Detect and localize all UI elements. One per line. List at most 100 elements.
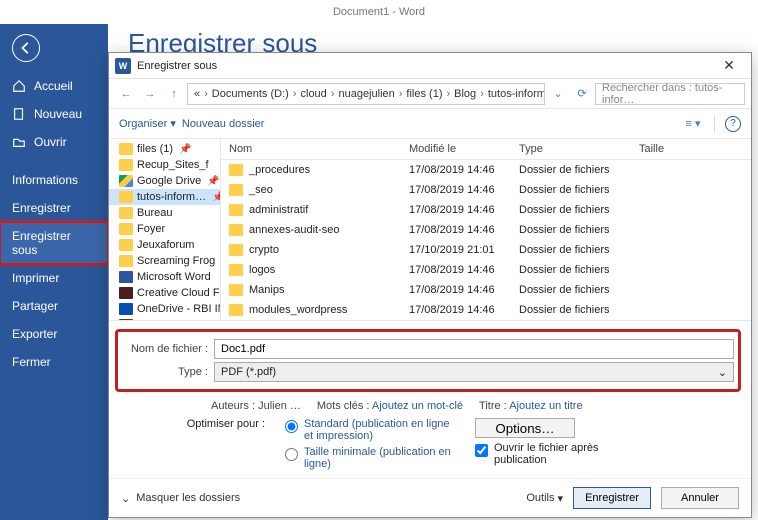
folder-icon xyxy=(119,175,133,187)
filename-input[interactable] xyxy=(214,339,734,359)
col-size[interactable]: Taille xyxy=(631,139,691,159)
backstage-item-fermer[interactable]: Fermer xyxy=(0,348,108,376)
folder-icon xyxy=(119,303,133,315)
tags-input[interactable]: Ajoutez un mot-clé xyxy=(372,400,463,412)
organize-menu[interactable]: Organiser ▾ xyxy=(119,117,176,130)
folder-icon xyxy=(229,244,243,256)
tree-item[interactable]: Creative Cloud Fil xyxy=(109,285,220,301)
backstage-item-imprimer[interactable]: Imprimer xyxy=(0,264,108,292)
filename-label: Nom de fichier : xyxy=(122,343,214,355)
folder-icon xyxy=(119,207,133,219)
nav-forward-button[interactable]: → xyxy=(139,83,161,105)
save-button[interactable]: Enregistrer xyxy=(573,487,651,509)
backstage-item-ouvrir[interactable]: Ouvrir xyxy=(0,128,108,156)
cancel-button[interactable]: Annuler xyxy=(661,487,739,509)
file-row[interactable]: modules_wordpress17/08/2019 14:46Dossier… xyxy=(221,300,751,320)
breadcrumb-segment[interactable]: tutos-informatique xyxy=(486,88,545,100)
open-icon xyxy=(12,135,26,149)
file-row[interactable]: Manips17/08/2019 14:46Dossier de fichier… xyxy=(221,280,751,300)
pin-icon: 📌 xyxy=(207,176,219,187)
dialog-titlebar[interactable]: W Enregistrer sous ✕ xyxy=(109,53,751,79)
file-list: Nom Modifié le Type Taille _procedures17… xyxy=(221,139,751,320)
backstage-item-informations[interactable]: Informations xyxy=(0,166,108,194)
tree-item[interactable]: files (1)📌 xyxy=(109,141,220,157)
col-date[interactable]: Modifié le xyxy=(401,139,511,159)
breadcrumb-segment[interactable]: cloud xyxy=(299,88,329,100)
folder-icon xyxy=(229,224,243,236)
authors-value[interactable]: Julien … xyxy=(258,400,301,412)
file-row[interactable]: administratif17/08/2019 14:46Dossier de … xyxy=(221,200,751,220)
breadcrumb-dropdown[interactable]: ⌄ xyxy=(547,83,569,105)
chevron-right-icon: › xyxy=(444,88,452,100)
optimize-minsize-radio[interactable]: Taille minimale (publication en ligne) xyxy=(285,446,455,470)
backstage-sidebar: AccueilNouveauOuvrirInformationsEnregist… xyxy=(0,24,108,520)
filetype-select[interactable]: PDF (*.pdf)⌄ xyxy=(214,362,734,382)
tree-item[interactable]: Recup_Sites_f xyxy=(109,157,220,173)
optimize-label: Optimiser pour : xyxy=(179,418,265,430)
optimize-standard-radio[interactable]: Standard (publication en ligne et impres… xyxy=(285,418,455,442)
folder-icon xyxy=(119,271,133,283)
tools-menu[interactable]: Outils ▾ xyxy=(526,492,563,505)
title-input[interactable]: Ajoutez un titre xyxy=(509,400,582,412)
pin-icon: 📌 xyxy=(212,192,220,203)
tree-item[interactable]: Google Drive📌 xyxy=(109,173,220,189)
folder-tree[interactable]: files (1)📌Recup_Sites_fGoogle Drive📌tuto… xyxy=(109,139,221,320)
backstage-item-enregistrer-sous[interactable]: Enregistrer sous xyxy=(0,222,108,264)
tree-item[interactable]: OneDrive - RBI INI xyxy=(109,301,220,317)
backstage-item-accueil[interactable]: Accueil xyxy=(0,72,108,100)
tree-item[interactable]: Microsoft Word xyxy=(109,269,220,285)
arrow-left-icon xyxy=(19,41,33,55)
file-row[interactable]: crypto17/10/2019 21:01Dossier de fichier… xyxy=(221,240,751,260)
file-row[interactable]: annexes-audit-seo17/08/2019 14:46Dossier… xyxy=(221,220,751,240)
tree-item[interactable]: Jeuxaforum xyxy=(109,237,220,253)
hide-folders-toggle[interactable]: ⌄ Masquer les dossiers xyxy=(121,492,240,505)
tree-item[interactable]: Bureau xyxy=(109,205,220,221)
tree-item[interactable]: tutos-inform…📌 xyxy=(109,189,220,205)
refresh-button[interactable]: ⟳ xyxy=(571,83,593,105)
folder-icon xyxy=(119,143,133,155)
folder-icon xyxy=(229,284,243,296)
file-list-header[interactable]: Nom Modifié le Type Taille xyxy=(221,139,751,160)
file-row[interactable]: logos17/08/2019 14:46Dossier de fichiers xyxy=(221,260,751,280)
folder-icon xyxy=(229,264,243,276)
breadcrumb[interactable]: « ›Documents (D:)›cloud›nuagejulien›file… xyxy=(187,83,545,105)
backstage-item-partager[interactable]: Partager xyxy=(0,292,108,320)
backstage-item-enregistrer[interactable]: Enregistrer xyxy=(0,194,108,222)
open-after-checkbox[interactable]: Ouvrir le fichier après publication xyxy=(475,442,645,466)
search-input[interactable]: Rechercher dans : tutos-infor… xyxy=(595,83,745,105)
folder-icon xyxy=(229,304,243,316)
breadcrumb-segment[interactable]: Blog xyxy=(452,88,478,100)
nav-up-button[interactable]: ↑ xyxy=(163,83,185,105)
col-name[interactable]: Nom xyxy=(221,139,401,159)
nav-back-button[interactable]: ← xyxy=(115,83,137,105)
breadcrumb-segment[interactable]: nuagejulien xyxy=(336,88,396,100)
folder-icon xyxy=(119,223,133,235)
nav-bar: ← → ↑ « ›Documents (D:)›cloud›nuagejulie… xyxy=(109,79,751,109)
pin-icon: 📌 xyxy=(179,144,191,155)
chevron-right-icon: › xyxy=(478,88,486,100)
options-button[interactable]: Options… xyxy=(475,418,575,438)
breadcrumb-segment[interactable]: files (1) xyxy=(404,88,444,100)
highlight-box: Nom de fichier : Type : PDF (*.pdf)⌄ xyxy=(115,329,741,392)
close-button[interactable]: ✕ xyxy=(713,57,745,74)
chevron-down-icon: ⌄ xyxy=(121,492,130,505)
folder-icon xyxy=(229,184,243,196)
col-type[interactable]: Type xyxy=(511,139,631,159)
tree-item[interactable]: Screaming Frog xyxy=(109,253,220,269)
new-folder-button[interactable]: Nouveau dossier xyxy=(182,118,265,130)
breadcrumb-segment[interactable]: Documents (D:) xyxy=(210,88,291,100)
view-options-button[interactable]: ≡ ▾ xyxy=(682,113,704,135)
backstage-item-exporter[interactable]: Exporter xyxy=(0,320,108,348)
file-row[interactable]: _procedures17/08/2019 14:46Dossier de fi… xyxy=(221,160,751,180)
dialog-title: Enregistrer sous xyxy=(137,60,217,72)
dialog-footer: ⌄ Masquer les dossiers Outils ▾ Enregist… xyxy=(109,478,751,517)
dialog-form: Nom de fichier : Type : PDF (*.pdf)⌄ Aut… xyxy=(109,320,751,478)
help-button[interactable]: ? xyxy=(725,116,741,132)
tree-item[interactable]: Foyer xyxy=(109,221,220,237)
home-icon xyxy=(12,79,26,93)
filetype-label: Type : xyxy=(122,366,214,378)
file-row[interactable]: _seo17/08/2019 14:46Dossier de fichiers xyxy=(221,180,751,200)
backstage-item-nouveau[interactable]: Nouveau xyxy=(0,100,108,128)
folder-icon xyxy=(229,164,243,176)
back-button[interactable] xyxy=(12,34,40,62)
